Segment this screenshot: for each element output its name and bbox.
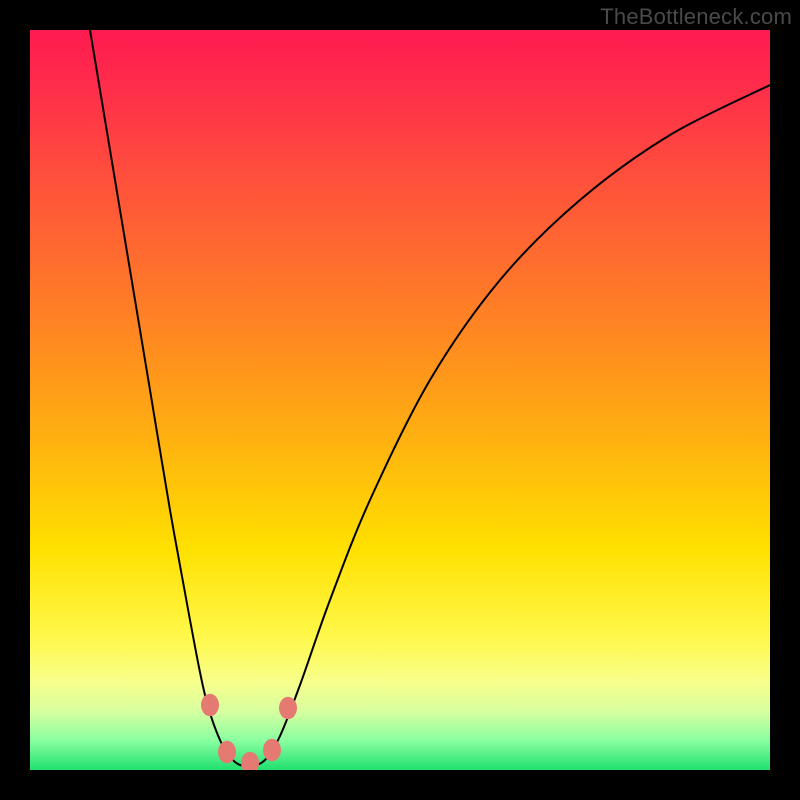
watermark-text: TheBottleneck.com — [600, 4, 792, 30]
plot-frame — [30, 30, 770, 770]
dot-right-lower — [263, 739, 281, 762]
bottleneck-curve — [90, 30, 770, 766]
dot-center — [241, 752, 259, 770]
dot-left-lower — [218, 741, 236, 764]
plot-svg — [30, 30, 770, 770]
dot-left-upper — [201, 694, 219, 717]
dot-right-upper — [279, 697, 297, 720]
